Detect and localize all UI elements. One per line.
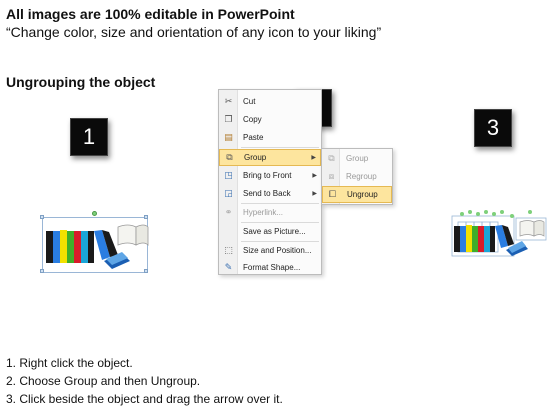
menu-item-cut[interactable]: ✂ Cut	[219, 93, 321, 110]
grouped-books-object[interactable]	[40, 211, 150, 275]
step-number-1: 1	[70, 118, 108, 156]
menu-item-format-shape[interactable]: ✎ Format Shape...	[219, 259, 321, 276]
format-shape-icon: ✎	[224, 262, 233, 272]
menu-item-send-to-back[interactable]: ◲ Send to Back ▶	[219, 185, 321, 202]
submenu-arrow-icon: ▶	[311, 155, 316, 161]
group-icon: ⧉	[226, 152, 233, 162]
submenu-item-regroup: ⧈ Regroup	[322, 168, 392, 185]
menu-item-label: Copy	[243, 115, 262, 124]
submenu-item-ungroup[interactable]: ⧠ Ungroup	[322, 186, 392, 203]
send-back-icon: ◲	[224, 188, 233, 198]
menu-item-label: Bring to Front	[243, 171, 292, 180]
page-subtitle: “Change color, size and orientation of a…	[6, 24, 382, 40]
submenu-arrow-icon: ▶	[312, 191, 317, 197]
step-2: 2. Choose Group and then Ungroup.	[6, 374, 201, 388]
group-submenu: ⧉ Group ⧈ Regroup ⧠ Ungroup	[321, 148, 393, 205]
step-1: 1. Right click the object.	[6, 356, 133, 370]
menu-item-label: Send to Back	[243, 189, 291, 198]
section-title: Ungrouping the object	[6, 74, 156, 90]
ungrouped-books-object[interactable]	[450, 204, 550, 266]
regroup-icon: ⧈	[328, 171, 335, 181]
menu-item-label: Cut	[243, 97, 256, 106]
scissors-icon: ✂	[224, 96, 233, 106]
menu-item-label: Paste	[243, 133, 264, 142]
submenu-item-label: Ungroup	[347, 190, 378, 199]
menu-item-bring-to-front[interactable]: ◳ Bring to Front ▶	[219, 167, 321, 184]
menu-item-label: Size and Position...	[243, 246, 312, 255]
menu-item-copy[interactable]: ❐ Copy	[219, 111, 321, 128]
menu-item-save-as-picture[interactable]: Save as Picture...	[219, 223, 321, 240]
context-menu: ✂ Cut ❐ Copy ▤ Paste ⧉ Group ▶ ◳ Bring t…	[218, 89, 322, 275]
step-3: 3. Click beside the object and drag the …	[6, 392, 283, 406]
menu-item-group[interactable]: ⧉ Group ▶	[219, 149, 321, 166]
menu-item-label: Save as Picture...	[243, 227, 306, 236]
page-title: All images are 100% editable in PowerPoi…	[6, 6, 295, 22]
menu-item-label: Hyperlink...	[243, 208, 284, 217]
bring-front-icon: ◳	[224, 170, 233, 180]
menu-item-paste[interactable]: ▤ Paste	[219, 129, 321, 146]
paste-icon: ▤	[224, 132, 233, 142]
size-position-icon: ⬚	[224, 245, 233, 255]
ungrouped-books-illustration	[451, 210, 547, 257]
instruction-steps: 1. Right click the object. 2. Choose Gro…	[6, 354, 283, 408]
menu-item-hyperlink: ⚭ Hyperlink...	[219, 204, 321, 221]
step-number-3: 3	[474, 109, 512, 147]
submenu-arrow-icon: ▶	[312, 173, 317, 179]
menu-item-label: Format Shape...	[243, 263, 301, 272]
copy-icon: ❐	[224, 114, 233, 124]
books-illustration	[46, 224, 149, 269]
submenu-item-group: ⧉ Group	[322, 150, 392, 167]
submenu-item-label: Regroup	[346, 172, 377, 181]
menu-item-size-and-position[interactable]: ⬚ Size and Position...	[219, 242, 321, 259]
ungroup-icon: ⧠	[328, 189, 337, 199]
group-icon: ⧉	[328, 153, 335, 163]
menu-item-label: Group	[244, 153, 267, 162]
menu-separator	[241, 147, 319, 148]
hyperlink-icon: ⚭	[224, 207, 233, 217]
submenu-item-label: Group	[346, 154, 369, 163]
